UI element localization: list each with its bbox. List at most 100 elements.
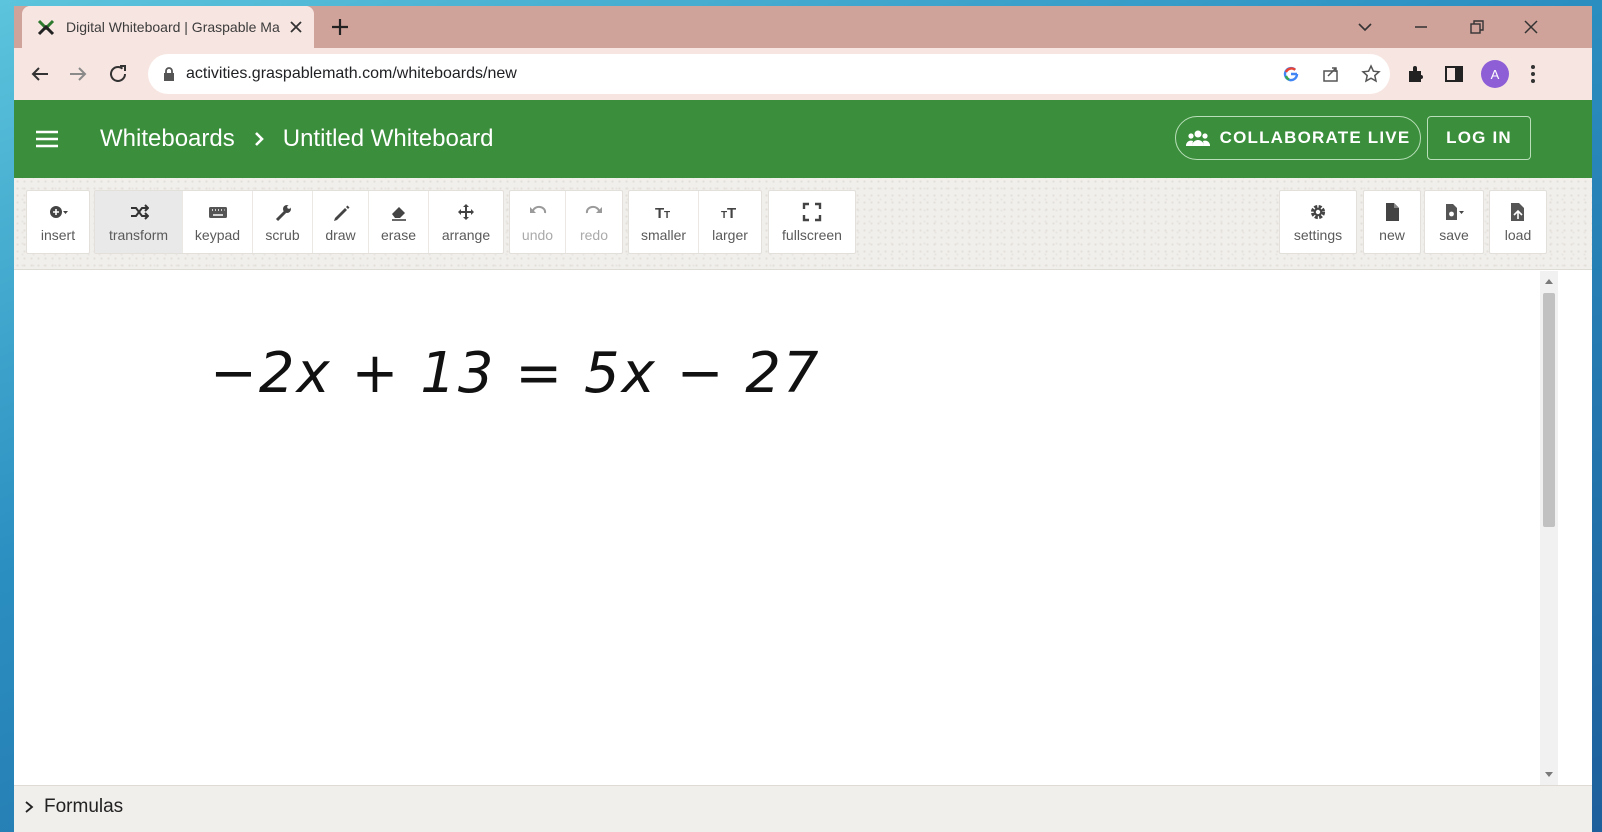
keypad-button[interactable]: keypad (183, 191, 253, 253)
collaborate-live-button[interactable]: COLLABORATE LIVE (1175, 116, 1421, 160)
minimize-icon[interactable] (1410, 16, 1432, 38)
eraser-icon (391, 206, 406, 221)
right-tool-group: save (1424, 190, 1484, 254)
load-button[interactable]: load (1490, 191, 1546, 253)
tool-label: redo (579, 226, 609, 243)
extensions-puzzle-icon[interactable] (1404, 62, 1428, 86)
tool-label: undo (521, 226, 554, 243)
erase-button[interactable]: erase (369, 191, 429, 253)
smaller-button[interactable]: T T smaller (629, 191, 699, 253)
redo-icon (585, 205, 602, 213)
left-tool-group: insert (26, 190, 90, 254)
breadcrumb-current-title[interactable]: Untitled Whiteboard (283, 125, 494, 153)
new-tab-icon[interactable] (330, 17, 350, 37)
bookmark-star-icon[interactable] (1360, 63, 1382, 85)
tool-label: transform (108, 226, 169, 243)
vertical-scrollbar[interactable] (1540, 271, 1558, 785)
tool-label: insert (40, 226, 76, 243)
omnibox[interactable] (148, 54, 1390, 94)
tab-search-chevron-icon[interactable] (1354, 16, 1376, 38)
more-vertical-icon[interactable] (1521, 62, 1545, 86)
move-arrows-icon (458, 203, 474, 220)
save-button[interactable]: save (1425, 191, 1483, 253)
arrange-button[interactable]: arrange (429, 191, 503, 253)
fullscreen-button[interactable]: fullscreen (769, 191, 855, 253)
scrub-button[interactable]: scrub (253, 191, 313, 253)
equation-expression[interactable]: −2x + 13 = 5x − 27 (210, 341, 821, 406)
right-tool-group: load (1489, 190, 1547, 254)
tool-label: arrange (441, 226, 491, 243)
tool-label: fullscreen (782, 226, 842, 243)
tool-label: new (1379, 226, 1405, 243)
tab-strip: Digital Whiteboard | Graspable Math (14, 6, 1592, 48)
back-arrow-icon[interactable] (28, 62, 52, 86)
group-users-icon (1185, 130, 1210, 146)
draw-button[interactable]: draw (313, 191, 369, 253)
tool-label: smaller (640, 226, 687, 243)
chevron-right-icon (25, 801, 34, 813)
log-in-button[interactable]: LOG IN (1427, 116, 1531, 160)
wrench-icon (275, 204, 291, 221)
settings-button[interactable]: settings (1280, 191, 1356, 253)
tool-label: larger (712, 226, 748, 243)
load-file-icon (1511, 202, 1524, 221)
close-tab-icon[interactable] (288, 19, 304, 35)
undo-icon (529, 205, 546, 213)
file-icon (1386, 202, 1399, 221)
save-file-dropdown-icon (1446, 203, 1464, 220)
formulas-label: Formulas (44, 796, 124, 817)
tool-label: keypad (194, 226, 241, 243)
lock-icon[interactable] (162, 66, 176, 82)
plus-circle-dropdown-icon (50, 205, 68, 218)
url-input[interactable] (186, 54, 1086, 94)
tool-label: erase (380, 226, 417, 243)
browser-tab[interactable]: Digital Whiteboard | Graspable Math (22, 6, 314, 48)
tool-label: load (1504, 226, 1532, 243)
right-tool-group: new (1363, 190, 1421, 254)
left-tool-group: fullscreen (768, 190, 856, 254)
tab-title: Digital Whiteboard | Graspable Math (66, 19, 280, 35)
share-icon[interactable] (1320, 63, 1342, 85)
breadcrumb-whiteboards[interactable]: Whiteboards (100, 125, 235, 153)
scrollbar-thumb[interactable] (1543, 293, 1555, 527)
toolbar: insert transform keypad scrub draw erase arran… (14, 178, 1592, 270)
scroll-up-arrow-icon[interactable] (1544, 277, 1554, 285)
whiteboard-canvas[interactable]: −2x + 13 = 5x − 27 (14, 271, 1540, 785)
graspable-math-favicon (37, 19, 55, 36)
scroll-down-arrow-icon[interactable] (1544, 771, 1554, 779)
right-tool-group: settings (1279, 190, 1357, 254)
reload-icon[interactable] (106, 62, 130, 86)
hamburger-menu-icon[interactable] (34, 126, 60, 152)
text-smaller-icon: TT (655, 205, 670, 222)
redo-button[interactable]: redo (566, 191, 622, 253)
text-larger-icon: TT (721, 205, 736, 222)
svg-text:T: T (664, 210, 670, 221)
larger-button[interactable]: T T larger (699, 191, 761, 253)
left-tool-group: undo redo (509, 190, 623, 254)
undo-button[interactable]: undo (510, 191, 566, 253)
forward-arrow-icon[interactable] (66, 62, 90, 86)
shuffle-icon (130, 203, 149, 220)
restore-window-icon[interactable] (1466, 16, 1488, 38)
pencil-icon (333, 205, 349, 221)
left-tool-group: transform keypad scrub draw erase arrange (94, 190, 504, 254)
insert-button[interactable]: insert (27, 191, 89, 253)
formulas-panel: Formulas (14, 785, 1592, 832)
collaborate-live-label: COLLABORATE LIVE (1219, 128, 1411, 147)
tool-label: draw (325, 226, 356, 243)
formulas-toggle[interactable]: Formulas (22, 796, 123, 818)
browser-window: Digital Whiteboard | Graspable Math acti… (14, 6, 1592, 832)
app-header: Whiteboards Untitled Whiteboard COLLABOR… (14, 100, 1592, 178)
close-window-icon[interactable] (1520, 16, 1542, 38)
tool-label: save (1439, 226, 1469, 243)
address-bar-row: A (14, 48, 1592, 100)
new-button[interactable]: new (1364, 191, 1420, 253)
transform-button[interactable]: transform (95, 191, 183, 253)
expand-icon (802, 202, 822, 221)
profile-avatar[interactable]: A (1481, 60, 1509, 88)
side-panel-icon[interactable] (1442, 62, 1466, 86)
svg-text:T: T (727, 205, 736, 222)
google-g-icon[interactable] (1280, 63, 1302, 85)
keyboard-icon (208, 206, 227, 218)
gear-icon (1310, 204, 1326, 219)
